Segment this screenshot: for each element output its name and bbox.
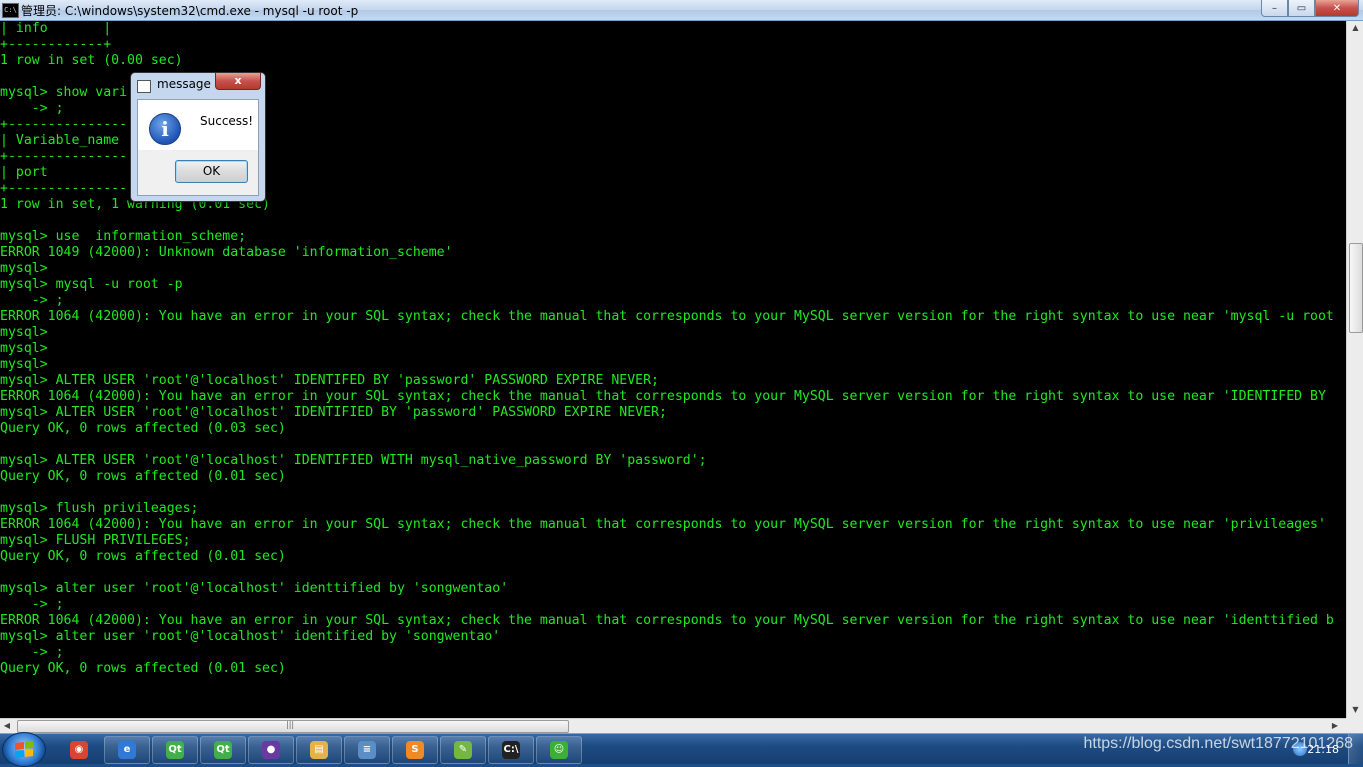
console-line: mysql> ALTER USER 'root'@'localhost' IDE… <box>0 373 659 388</box>
start-button[interactable] <box>2 732 46 767</box>
info-icon: i <box>149 113 181 145</box>
console-line: Query OK, 0 rows affected (0.01 sec) <box>0 549 286 564</box>
console-line: Query OK, 0 rows affected (0.01 sec) <box>0 661 286 676</box>
horizontal-scrollbar[interactable]: ◀ ||| ▶ <box>0 718 1346 734</box>
console-line: | info | <box>0 21 112 36</box>
console-line: mysql> <box>0 357 48 372</box>
console-line: ERROR 1064 (42000): You have an error in… <box>0 389 1326 404</box>
taskbar-button[interactable]: ≡ <box>344 736 390 764</box>
dialog-body: i Success! OK <box>137 99 259 196</box>
scrollbar-corner <box>1346 718 1363 733</box>
notepad-icon: ≡ <box>358 741 376 759</box>
taskbar-button[interactable]: Qt <box>200 736 246 764</box>
cmd-icon[interactable]: C:\ <box>2 3 19 18</box>
console-line: | port <box>0 165 48 180</box>
close-button[interactable]: ✕ <box>1315 0 1359 17</box>
taskbar-button[interactable]: ◉ <box>56 736 102 764</box>
ok-button[interactable]: OK <box>175 160 248 183</box>
wechat-icon: ☺ <box>550 741 568 759</box>
console-line: -> ; <box>0 101 64 116</box>
dialog-message-area: i Success! <box>138 100 258 150</box>
console-line: mysql> mysql -u root -p <box>0 277 183 292</box>
console-line: mysql> alter user 'root'@'localhost' ide… <box>0 581 509 596</box>
taskbar-items: ◉ e Qt Qt ● ▤ ≡ S ✎ C:\ ☺ <box>56 736 582 764</box>
taskbar-button[interactable]: ● <box>248 736 294 764</box>
media-player-icon: ● <box>262 741 280 759</box>
dialog-close-button[interactable]: x <box>215 73 261 90</box>
taskbar-button[interactable]: C:\ <box>488 736 534 764</box>
cmd-icon: C:\ <box>502 741 520 759</box>
console-line: mysql> <box>0 261 48 276</box>
console-line: mysql> FLUSH PRIVILEGES; <box>0 533 191 548</box>
console-line: Query OK, 0 rows affected (0.01 sec) <box>0 469 286 484</box>
console-line: ERROR 1064 (42000): You have an error in… <box>0 309 1334 324</box>
console-line: -> ; <box>0 597 64 612</box>
scroll-up-icon[interactable]: ▲ <box>1347 23 1363 32</box>
dialog-message: Success! <box>200 114 254 128</box>
console-line: mysql> <box>0 341 48 356</box>
file-explorer-icon: ▤ <box>310 741 328 759</box>
console-line: -> ; <box>0 645 64 660</box>
console-line: ERROR 1064 (42000): You have an error in… <box>0 613 1334 628</box>
scroll-grip-icon: ||| <box>286 720 295 729</box>
window-titlebar[interactable]: C:\ 管理员: C:\windows\system32\cmd.exe - m… <box>0 0 1363 21</box>
vertical-scrollbar[interactable]: ▲ ▼ <box>1346 21 1363 718</box>
taskbar-button[interactable]: Qt <box>152 736 198 764</box>
console-line: mysql> use information_scheme; <box>0 229 247 244</box>
scroll-down-icon[interactable]: ▼ <box>1347 705 1363 714</box>
console-line: mysql> flush privileages; <box>0 501 199 516</box>
message-dialog[interactable]: message x i Success! OK <box>130 72 266 202</box>
ie-icon: e <box>118 741 136 759</box>
windows-logo-icon <box>15 741 33 758</box>
console-line: 1 row in set (0.00 sec) <box>0 53 183 68</box>
taskbar-button[interactable]: ☺ <box>536 736 582 764</box>
console-line: ERROR 1064 (42000): You have an error in… <box>0 517 1326 532</box>
console-line: mysql> ALTER USER 'root'@'localhost' IDE… <box>0 405 667 420</box>
sublime-text-icon: S <box>406 741 424 759</box>
console-line: +--------------- <box>0 149 128 164</box>
console-line: ERROR 1049 (42000): Unknown database 'in… <box>0 245 453 260</box>
window-title: 管理员: C:\windows\system32\cmd.exe - mysql… <box>21 4 359 18</box>
vertical-scroll-thumb[interactable] <box>1349 243 1363 333</box>
chrome-icon: ◉ <box>70 741 88 759</box>
taskbar-button[interactable]: S <box>392 736 438 764</box>
console-line: +------------+ <box>0 37 112 52</box>
notepad-plus-icon: ✎ <box>454 741 472 759</box>
qt-designer-icon: Qt <box>214 741 232 759</box>
qt-icon: Qt <box>166 741 184 759</box>
window-controls: – ▭ ✕ <box>1261 0 1359 17</box>
watermark: https://blog.csdn.net/swt18772101268 <box>1083 735 1353 752</box>
console-line: mysql> ALTER USER 'root'@'localhost' IDE… <box>0 453 707 468</box>
maximize-button[interactable]: ▭ <box>1288 0 1315 17</box>
console-line: mysql> <box>0 325 48 340</box>
dialog-title: message <box>157 77 211 91</box>
taskbar-button[interactable]: ✎ <box>440 736 486 764</box>
scroll-right-icon[interactable]: ▶ <box>1330 721 1340 730</box>
taskbar-button[interactable]: ▤ <box>296 736 342 764</box>
console-line: Query OK, 0 rows affected (0.03 sec) <box>0 421 286 436</box>
console-line: +--------------- <box>0 117 128 132</box>
minimize-button[interactable]: – <box>1261 0 1288 17</box>
console-line: | Variable_name <box>0 133 120 148</box>
console-line: -> ; <box>0 293 64 308</box>
console-line: mysql> show vari <box>0 85 128 100</box>
scroll-left-icon[interactable]: ◀ <box>2 721 12 730</box>
console-line: +--------------- <box>0 181 128 196</box>
console-line: mysql> alter user 'root'@'localhost' ide… <box>0 629 501 644</box>
dialog-app-icon <box>137 80 151 93</box>
taskbar-button[interactable]: e <box>104 736 150 764</box>
